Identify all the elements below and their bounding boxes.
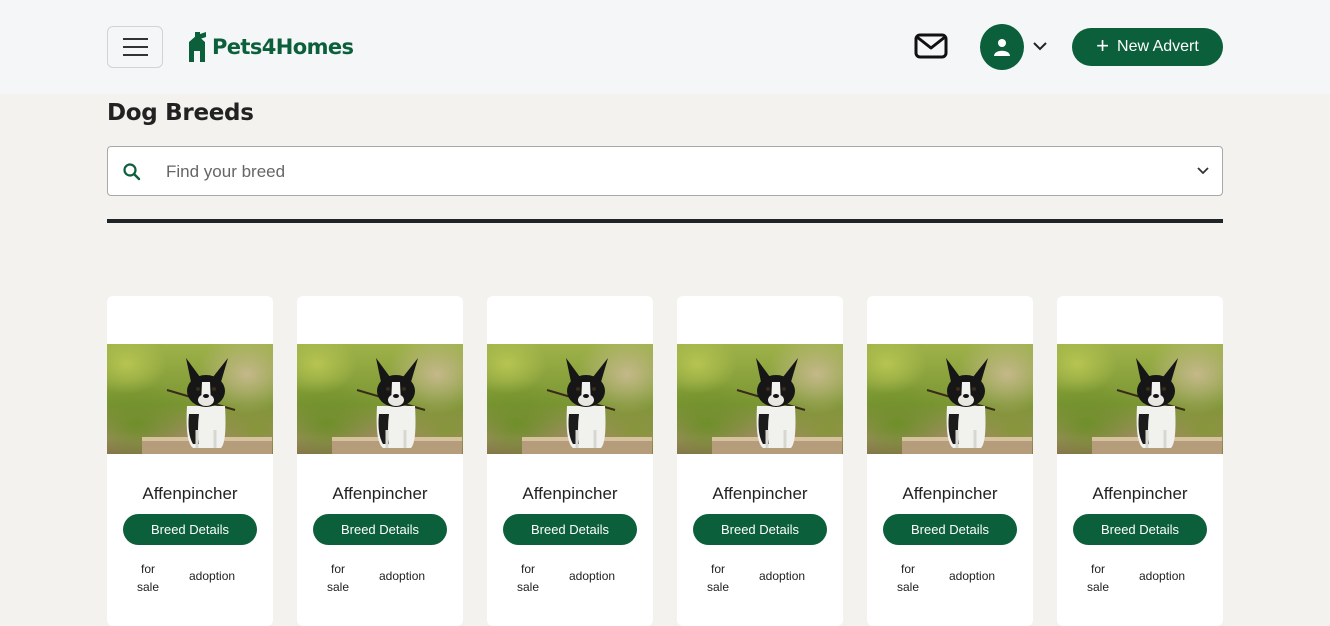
breed-image [107, 344, 273, 454]
breed-name: Affenpincher [522, 484, 618, 503]
breed-image [677, 344, 843, 454]
for-sale-link[interactable]: for sale [137, 560, 159, 596]
divider [107, 219, 1223, 223]
dog-illustration [142, 358, 272, 454]
dog-illustration [712, 358, 842, 454]
breed-details-button[interactable]: Breed Details [693, 514, 827, 545]
menu-icon-bar [123, 46, 148, 48]
breed-card[interactable]: Affenpincher Breed Details for sale adop… [487, 296, 653, 626]
adoption-link[interactable]: adoption [379, 569, 425, 583]
breed-image [297, 344, 463, 454]
logo-icon [189, 32, 206, 62]
breed-image [487, 344, 653, 454]
user-avatar[interactable] [980, 24, 1024, 70]
dog-illustration [1092, 358, 1222, 454]
breed-details-button[interactable]: Breed Details [503, 514, 637, 545]
search-icon [123, 163, 141, 181]
breed-details-button[interactable]: Breed Details [313, 514, 447, 545]
plus-icon: + [1096, 33, 1110, 58]
for-sale-link[interactable]: for sale [1087, 560, 1109, 596]
dog-illustration [332, 358, 462, 454]
for-sale-link[interactable]: for sale [327, 560, 349, 596]
breed-card[interactable]: Affenpincher Breed Details for sale adop… [1057, 296, 1223, 626]
chevron-down-icon[interactable] [1196, 166, 1210, 176]
breed-card[interactable]: Affenpincher Breed Details for sale adop… [867, 296, 1033, 626]
adoption-link[interactable]: adoption [1139, 569, 1185, 583]
breed-image [1057, 344, 1223, 454]
breed-search[interactable] [107, 146, 1223, 196]
breed-name: Affenpincher [902, 484, 998, 503]
breed-image [867, 344, 1033, 454]
adoption-link[interactable]: adoption [759, 569, 805, 583]
breed-name: Affenpincher [332, 484, 428, 503]
for-sale-link[interactable]: for sale [897, 560, 919, 596]
for-sale-link[interactable]: for sale [517, 560, 539, 596]
breed-name: Affenpincher [1092, 484, 1188, 503]
logo-text: Pets4Homes [212, 35, 354, 59]
breed-card[interactable]: Affenpincher Breed Details for sale adop… [297, 296, 463, 626]
breed-details-button[interactable]: Breed Details [123, 514, 257, 545]
chevron-down-icon[interactable] [1032, 40, 1048, 52]
adoption-link[interactable]: adoption [569, 569, 615, 583]
adoption-link[interactable]: adoption [949, 569, 995, 583]
breed-name: Affenpincher [142, 484, 238, 503]
user-icon [994, 39, 1010, 56]
new-advert-button[interactable]: + New Advert [1072, 28, 1223, 66]
breed-card[interactable]: Affenpincher Breed Details for sale adop… [107, 296, 273, 626]
breed-details-button[interactable]: Breed Details [883, 514, 1017, 545]
new-advert-label: New Advert [1117, 38, 1199, 55]
breed-cards: Affenpincher Breed Details for sale adop… [107, 296, 1223, 626]
menu-icon [123, 38, 148, 40]
menu-icon-bar [123, 54, 148, 56]
breed-card[interactable]: Affenpincher Breed Details for sale adop… [677, 296, 843, 626]
dog-illustration [902, 358, 1032, 454]
adoption-link[interactable]: adoption [189, 569, 235, 583]
page-title: Dog Breeds [107, 100, 254, 126]
search-input[interactable] [166, 159, 1146, 185]
menu-button[interactable] [107, 26, 163, 68]
breed-name: Affenpincher [712, 484, 808, 503]
logo[interactable]: Pets4Homes [186, 32, 354, 62]
dog-illustration [522, 358, 652, 454]
for-sale-link[interactable]: for sale [707, 560, 729, 596]
breed-details-button[interactable]: Breed Details [1073, 514, 1207, 545]
mail-icon[interactable] [914, 32, 948, 60]
site-header: Pets4Homes + New Advert [0, 0, 1330, 94]
